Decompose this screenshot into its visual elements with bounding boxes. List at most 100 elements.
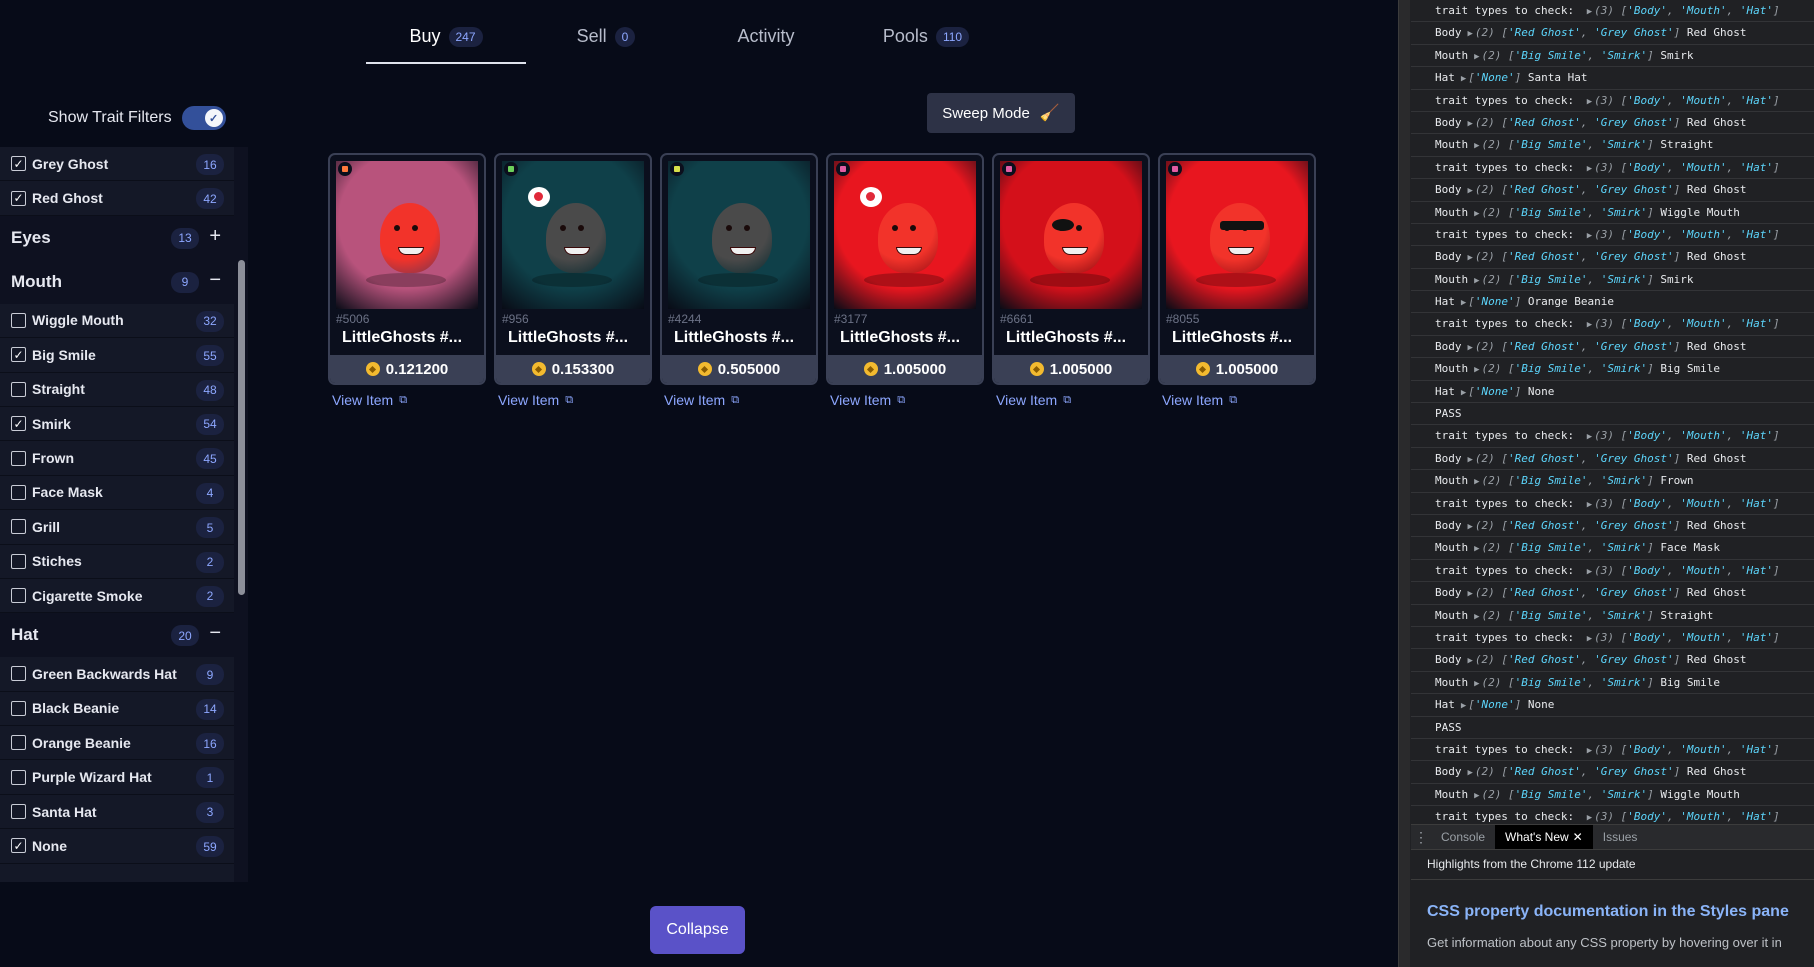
expand-triangle-icon[interactable]: ▶ [1587,746,1592,756]
expand-triangle-icon[interactable]: ▶ [1474,612,1479,622]
trait-filter-item[interactable]: Cigarette Smoke 2 [0,578,234,614]
trait-filter-item[interactable]: ✓ None 59 [0,829,234,864]
trait-filter-item[interactable]: Grill 5 [0,510,234,545]
trait-filter-item[interactable]: Face Mask 4 [0,475,234,511]
expand-triangle-icon[interactable]: ▶ [1474,141,1479,151]
checkbox[interactable] [11,769,26,785]
expand-triangle-icon[interactable]: ▶ [1468,29,1473,39]
checkbox[interactable] [11,700,26,716]
expand-triangle-icon[interactable]: ▶ [1474,52,1479,62]
tab-sell[interactable]: Sell 0 [526,26,686,64]
trait-group-eyes[interactable]: Eyes 13 + [0,215,234,260]
checkbox-checked[interactable]: ✓ [11,416,26,432]
tab-issues[interactable]: Issues [1593,825,1648,849]
checkbox-checked[interactable]: ✓ [11,190,26,206]
view-item-link[interactable]: View Item ⧉ [498,392,652,408]
trait-filter-item[interactable]: Stiches 2 [0,544,234,579]
view-item-link[interactable]: View Item ⧉ [664,392,818,408]
checkbox[interactable] [11,735,26,751]
nft-card-body[interactable]: #8055 LittleGhosts #... 1.005000 [1158,153,1316,385]
trait-filter-item[interactable]: Santa Hat 3 [0,794,234,830]
expand-triangle-icon[interactable]: ▶ [1461,388,1466,398]
expand-triangle-icon[interactable]: ▶ [1468,768,1473,778]
expand-triangle-icon[interactable]: ▶ [1587,432,1592,442]
expand-triangle-icon[interactable]: ▶ [1468,119,1473,129]
trait-filter-item[interactable]: Frown 45 [0,441,234,476]
expand-triangle-icon[interactable]: ▶ [1468,186,1473,196]
sweep-mode-button[interactable]: Sweep Mode 🧹 [927,93,1075,133]
expand-plus-icon[interactable]: + [209,225,221,248]
kebab-menu-icon[interactable]: ⋮ [1411,829,1431,846]
expand-triangle-icon[interactable]: ▶ [1474,544,1479,554]
expand-triangle-icon[interactable]: ▶ [1468,253,1473,263]
expand-triangle-icon[interactable]: ▶ [1474,477,1479,487]
trait-filter-item[interactable]: Straight 48 [0,372,234,407]
trait-filter-item[interactable]: ✓ Grey Ghost 16 [0,147,234,182]
trait-filter-item[interactable]: Orange Beanie 16 [0,726,234,761]
trait-filter-item[interactable]: Purple Wizard Hat 1 [0,760,234,795]
expand-triangle-icon[interactable]: ▶ [1461,701,1466,711]
checkbox[interactable] [11,312,26,328]
checkbox[interactable] [11,450,26,466]
expand-triangle-icon[interactable]: ▶ [1468,343,1473,353]
expand-triangle-icon[interactable]: ▶ [1461,74,1466,84]
trait-group-mouth[interactable]: Mouth 9− [0,259,234,304]
nft-card-body[interactable]: #956 LittleGhosts #... 0.153300 [494,153,652,385]
trait-filter-item[interactable]: Green Backwards Hat 9 [0,657,234,692]
checkbox[interactable] [11,804,26,820]
tab-pools[interactable]: Pools 110 [846,26,1006,64]
trait-filter-item[interactable]: Black Beanie 14 [0,691,234,727]
tab-whats-new[interactable]: What's New ✕ [1495,825,1593,849]
expand-triangle-icon[interactable]: ▶ [1587,231,1592,241]
nft-card-body[interactable]: #3177 LittleGhosts #... 1.005000 [826,153,984,385]
expand-triangle-icon[interactable]: ▶ [1474,209,1479,219]
expand-triangle-icon[interactable]: ▶ [1587,500,1592,510]
expand-triangle-icon[interactable]: ▶ [1587,567,1592,577]
devtools-scrollbar[interactable] [1399,0,1410,967]
feature-heading[interactable]: CSS property documentation in the Styles… [1411,903,1814,921]
checkbox[interactable] [11,381,26,397]
checkbox-checked[interactable]: ✓ [11,838,26,854]
view-item-link[interactable]: View Item ⧉ [996,392,1150,408]
trait-filter-item[interactable]: Wiggle Mouth 32 [0,303,234,339]
checkbox[interactable] [11,484,26,500]
checkbox[interactable] [11,519,26,535]
collapse-button[interactable]: Collapse [650,906,745,954]
tab-buy[interactable]: Buy 247 [366,26,526,64]
expand-triangle-icon[interactable]: ▶ [1468,455,1473,465]
trait-filter-item[interactable]: ✓ Big Smile 55 [0,338,234,373]
trait-filter-item[interactable] [0,863,234,882]
expand-triangle-icon[interactable]: ▶ [1587,97,1592,107]
expand-triangle-icon[interactable]: ▶ [1474,679,1479,689]
tab-activity[interactable]: Activity [686,26,846,64]
trait-filter-item[interactable]: ✓ Smirk 54 [0,406,234,442]
close-icon[interactable]: ✕ [1573,830,1583,844]
tab-console[interactable]: Console [1431,825,1495,849]
expand-triangle-icon[interactable]: ▶ [1461,298,1466,308]
expand-triangle-icon[interactable]: ▶ [1587,164,1592,174]
expand-triangle-icon[interactable]: ▶ [1474,791,1479,801]
expand-triangle-icon[interactable]: ▶ [1587,7,1592,17]
view-item-link[interactable]: View Item ⧉ [332,392,486,408]
nft-card-body[interactable]: #4244 LittleGhosts #... 0.505000 [660,153,818,385]
view-item-link[interactable]: View Item ⧉ [1162,392,1316,408]
expand-triangle-icon[interactable]: ▶ [1468,589,1473,599]
collapse-minus-icon[interactable]: − [209,622,221,645]
trait-filter-toggle[interactable]: ✓ [181,106,226,130]
checkbox[interactable] [11,588,26,604]
trait-group-hat[interactable]: Hat 20− [0,613,234,658]
nft-card-body[interactable]: #6661 LittleGhosts #... 1.005000 [992,153,1150,385]
expand-triangle-icon[interactable]: ▶ [1468,522,1473,532]
expand-triangle-icon[interactable]: ▶ [1474,365,1479,375]
expand-triangle-icon[interactable]: ▶ [1587,320,1592,330]
expand-triangle-icon[interactable]: ▶ [1474,276,1479,286]
trait-filter-item[interactable]: ✓ Red Ghost 42 [0,181,234,216]
view-item-link[interactable]: View Item ⧉ [830,392,984,408]
sidebar-scrollbar[interactable] [238,260,245,595]
expand-triangle-icon[interactable]: ▶ [1468,656,1473,666]
checkbox[interactable] [11,666,26,682]
checkbox-checked[interactable]: ✓ [11,156,26,172]
collapse-minus-icon[interactable]: − [209,269,221,292]
checkbox-checked[interactable]: ✓ [11,347,26,363]
nft-card-body[interactable]: #5006 LittleGhosts #... 0.121200 [328,153,486,385]
